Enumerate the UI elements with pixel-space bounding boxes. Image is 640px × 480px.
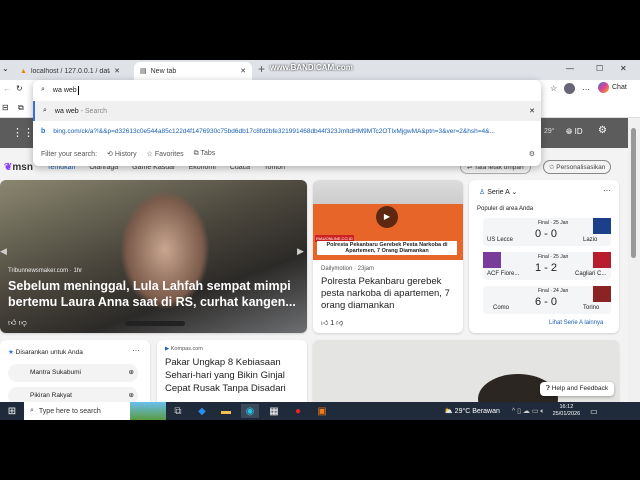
suggested-card: ★ Disarankan untuk Anda ··· Mantra Sukab… [0,340,150,402]
torino-logo [593,286,611,302]
scrollbar[interactable] [628,118,640,402]
like-icon[interactable]: 👍︎ 👎︎ [8,318,27,328]
match-row[interactable]: US Lecce Final · 25 Jan 0 - 0 Lazio [483,218,611,246]
help-icon: ❓︎ [546,385,550,392]
taskbar-search[interactable]: ⌕ Type here to search [24,402,130,420]
suggested-item[interactable]: Pikiran Rakyat ⊕ [8,387,138,402]
copilot-icon [598,82,609,93]
prev-arrow[interactable]: ◀ [0,246,7,257]
search-highlight-image[interactable] [130,402,166,420]
kompas-icon: ▶ [165,346,170,352]
video-title[interactable]: Polresta Pekanbaru gerebek pesta narkoba… [321,276,461,312]
add-icon[interactable]: ⊕ [129,391,134,399]
address-input[interactable]: ⌕ wa web [33,80,541,100]
maximize-button[interactable]: ☐ [596,64,603,73]
match-row[interactable]: Como Final · 24 Jan 6 - 0 Torino [483,286,611,314]
globe-icon: 🌐︎ [566,127,573,136]
hero-source: Tribunnewsmaker.com · 1hr [8,268,83,274]
fiorentina-logo [483,252,501,268]
taskbar: ⊞ ⌕ Type here to search ⧉ ◆ ▬ ◉ ▦ ● ▣ ⛅ 2… [0,402,640,420]
msn-logo[interactable]: ❦msn [4,162,33,173]
language-button[interactable]: 🌐︎ ID [566,127,583,137]
header-weather[interactable]: 29° [544,128,555,135]
lazio-logo [593,218,611,234]
video-card[interactable]: ▶ RIAUONLINE.CO.ID Polresta Pekanbaru Ge… [313,180,463,333]
video-thumbnail: ▶ RIAUONLINE.CO.ID Polresta Pekanbaru Ge… [313,180,463,260]
bing-icon: b [41,127,46,135]
kompas-title[interactable]: Pakar Ungkap 8 Kebiasaan Sehari-hari yan… [165,356,305,395]
tab-list-icon[interactable]: ⌄ [2,64,9,73]
close-tab-icon[interactable]: ✕ [240,67,246,75]
personalize-button[interactable]: ✩ Personalisasikan [543,160,612,174]
reading-icon[interactable]: ⊟ [2,103,9,112]
weather-widget[interactable]: ⛅ 29°C Berawan [444,407,500,415]
video-source: Dailymotion · 23jam [321,266,375,272]
url-suggestion[interactable]: b bing.com/ck/a?!&&p=d32613c0e544a85c122d… [33,121,541,141]
settings-icon[interactable]: ⚙ [598,125,607,136]
serie-a-title[interactable]: ♙ Serie A ⌄ [479,188,517,196]
add-icon[interactable]: ⊕ [129,368,134,376]
refresh-icon[interactable]: ↻ [16,84,23,93]
phpmyadmin-icon: ▲ [20,67,27,75]
close-window-button[interactable]: ✕ [620,64,627,73]
serie-a-card: ♙ Serie A ⌄ ··· Populer di area Anda US … [469,180,619,333]
tab-bar: ⌄ ▲localhost / 127.0.0.1 / databasewe✕ ▤… [0,60,640,80]
star-icon: ★ [8,349,14,356]
page-icon: ▤ [140,68,147,75]
more-icon[interactable]: ··· [132,346,140,355]
address-bar-dropdown: ⌕ wa web ⌕ wa web - Search ✕ b bing.com/ck/a… [33,80,541,166]
edge-icon[interactable]: ◉ [241,404,259,418]
profile-avatar[interactable] [564,83,575,94]
vscode-icon[interactable]: ◆ [193,404,211,418]
minimize-button[interactable]: — [566,64,574,73]
cagliari-logo [593,252,611,268]
browser-window: ⌄ ▲localhost / 127.0.0.1 / databasewe✕ ▤… [0,60,640,402]
filter-tabs[interactable]: ⧉ Tabs [194,150,216,158]
back-icon[interactable]: ← [3,84,11,93]
match-row[interactable]: ACF Fiore... Final · 25 Jan 1 - 2 Cagliari … [483,252,611,280]
copilot-chat-button[interactable]: Chat [598,82,627,93]
notifications-icon[interactable]: ▭ [590,407,598,416]
next-arrow[interactable]: ▶ [297,246,304,257]
close-tab-icon[interactable]: ✕ [114,67,120,75]
more-icon[interactable]: … [582,83,590,92]
store-icon[interactable]: ▦ [265,404,283,418]
file-explorer-icon[interactable]: ▬ [217,404,235,418]
like-button[interactable]: 👍︎ 1 👎︎ [321,318,343,327]
search-icon: ⌕ [41,86,45,93]
settings-icon[interactable]: ⚙ [529,150,535,158]
kompas-card[interactable]: ▶ Kompas.com Pakar Ungkap 8 Kebiasaan Se… [157,340,307,402]
hero-card[interactable]: Tribunnewsmaker.com · 1hr Sebelum mening… [0,180,307,333]
filter-history[interactable]: ⟲ History [107,150,137,158]
favorites-icon[interactable]: ☆ [550,84,557,93]
xampp-icon[interactable]: ▣ [313,404,331,418]
more-serie-a-link[interactable]: Lihat Serie A lainnya [549,320,603,326]
suggested-item[interactable]: Mantra Sukabumi ⊕ [8,364,138,382]
task-view-icon[interactable]: ⧉ [169,404,187,418]
bandicam-icon[interactable]: ● [289,404,307,418]
filter-favorites[interactable]: ☆ Favorites [147,150,184,158]
new-tab-button[interactable]: + [258,62,265,76]
watermark: www.BANDICAM.com [270,63,353,72]
more-icon[interactable]: ··· [603,186,611,195]
play-icon[interactable]: ▶ [376,206,398,228]
search-icon: ⌕ [43,107,47,114]
tab-new-tab[interactable]: ▤ New tab ✕ [134,62,252,80]
tab-localhost[interactable]: ▲localhost / 127.0.0.1 / databasewe✕ [14,62,126,80]
clock[interactable]: 16:12 25/01/2026 [553,404,581,418]
collections-icon[interactable]: ⧉ [18,103,24,113]
hero-title[interactable]: Sebelum meninggal, Lula Lahfah sempat mi… [8,278,298,310]
carousel-dots[interactable] [125,321,185,326]
remove-suggestion-icon[interactable]: ✕ [529,107,535,115]
help-feedback-button[interactable]: ❓︎ Help and Feedback [540,382,615,396]
start-icon[interactable]: ⊞ [3,404,21,418]
search-suggestion[interactable]: ⌕ wa web - Search ✕ [33,101,541,121]
search-icon: ⌕ [30,407,34,414]
search-filters: Filter your search: ⟲ History ☆ Favorite… [41,150,535,158]
system-tray-icons[interactable]: ^ ▯ ☁ ▭ 🔈︎ [512,407,545,416]
